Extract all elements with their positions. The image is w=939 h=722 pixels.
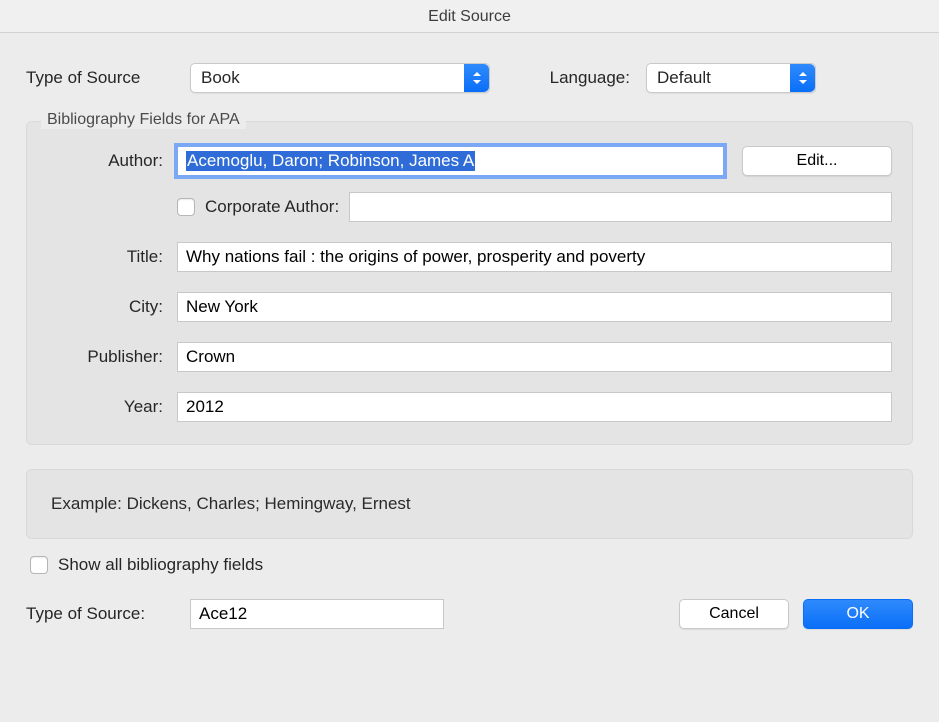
bottom-row: Type of Source: Cancel OK <box>26 599 913 629</box>
corporate-author-row: Corporate Author: <box>177 192 892 222</box>
corporate-author-label: Corporate Author: <box>205 197 339 217</box>
language-value: Default <box>657 68 711 88</box>
year-label: Year: <box>47 397 177 417</box>
publisher-label: Publisher: <box>47 347 177 367</box>
source-type-value: Book <box>201 68 240 88</box>
top-selector-row: Type of Source Book Language: Default <box>26 63 913 93</box>
group-legend: Bibliography Fields for APA <box>41 111 246 129</box>
title-input[interactable] <box>177 242 892 272</box>
city-row: City: <box>47 292 892 322</box>
example-box: Example: Dickens, Charles; Hemingway, Er… <box>26 469 913 539</box>
tag-input[interactable] <box>190 599 444 629</box>
corporate-author-input[interactable] <box>349 192 892 222</box>
title-row: Title: <box>47 242 892 272</box>
language-dropdown[interactable]: Default <box>646 63 816 93</box>
edit-author-button[interactable]: Edit... <box>742 146 892 176</box>
language-label: Language: <box>516 68 630 88</box>
source-type-dropdown[interactable]: Book <box>190 63 490 93</box>
city-label: City: <box>47 297 177 317</box>
updown-icon <box>464 64 489 92</box>
author-row: Author: Acemoglu, Daron; Robinson, James… <box>47 146 892 176</box>
publisher-input[interactable] <box>177 342 892 372</box>
author-input[interactable]: Acemoglu, Daron; Robinson, James A <box>177 146 724 176</box>
year-input[interactable] <box>177 392 892 422</box>
ok-button[interactable]: OK <box>803 599 913 629</box>
author-label: Author: <box>47 151 177 171</box>
window-title: Edit Source <box>0 0 939 33</box>
title-label: Title: <box>47 247 177 267</box>
dialog-content: Type of Source Book Language: Default Bi… <box>0 63 939 629</box>
author-selected-text: Acemoglu, Daron; Robinson, James A <box>186 151 475 171</box>
corporate-author-checkbox[interactable] <box>177 198 195 216</box>
publisher-row: Publisher: <box>47 342 892 372</box>
bibliography-group: Bibliography Fields for APA Author: Acem… <box>26 121 913 445</box>
bottom-source-label: Type of Source: <box>26 604 190 624</box>
show-all-label: Show all bibliography fields <box>58 555 263 575</box>
show-all-checkbox[interactable] <box>30 556 48 574</box>
cancel-button[interactable]: Cancel <box>679 599 789 629</box>
updown-icon <box>790 64 815 92</box>
city-input[interactable] <box>177 292 892 322</box>
year-row: Year: <box>47 392 892 422</box>
show-all-row: Show all bibliography fields <box>30 555 913 575</box>
source-type-label: Type of Source <box>26 68 190 88</box>
